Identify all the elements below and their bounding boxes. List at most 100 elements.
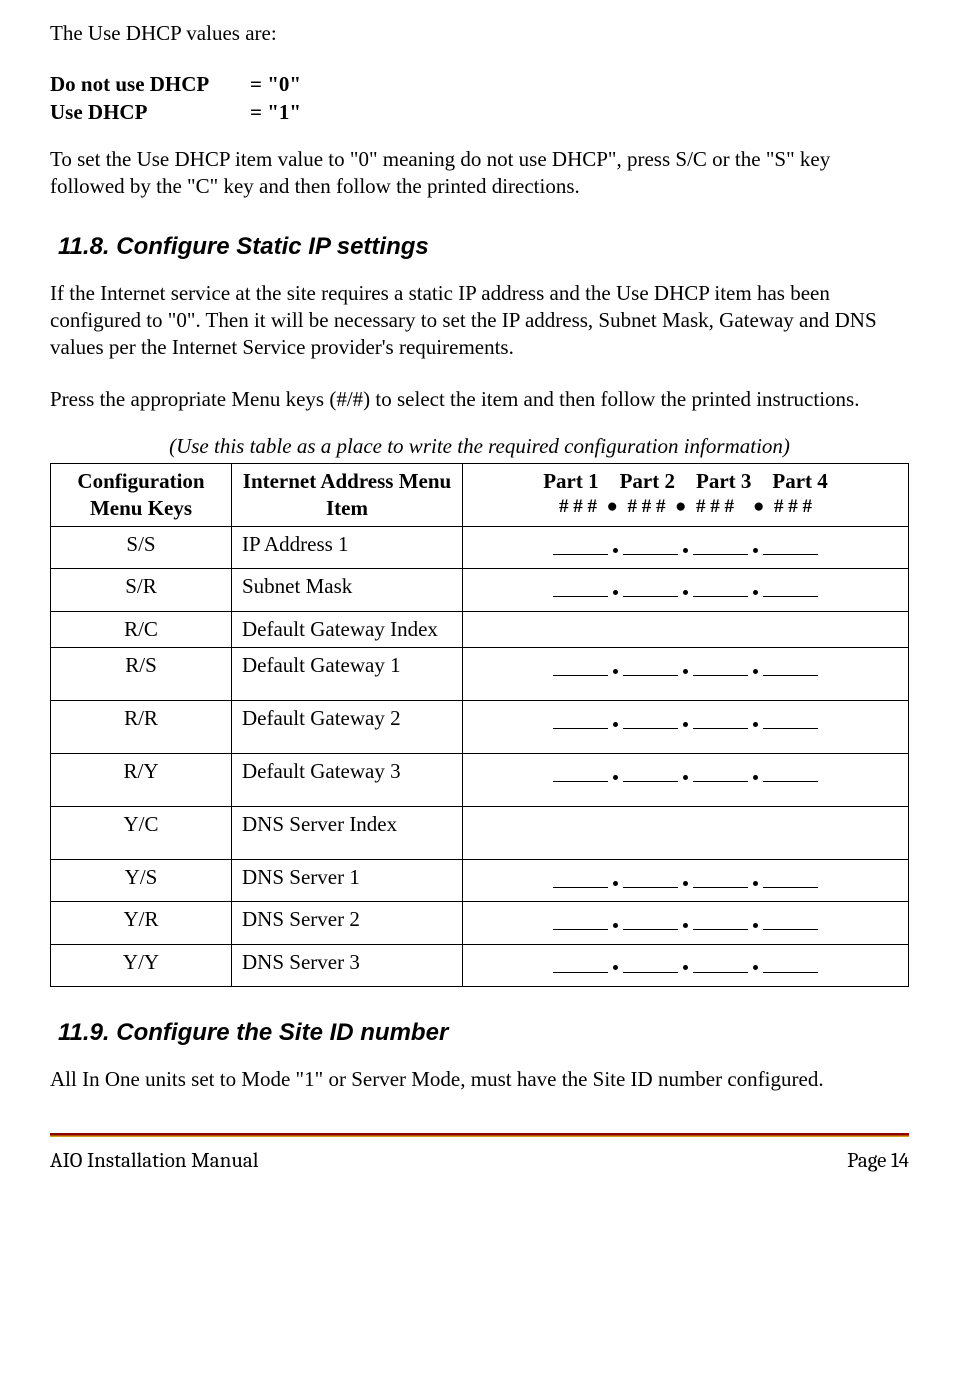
ip-blank bbox=[623, 661, 678, 676]
ip-blank bbox=[623, 958, 678, 973]
cell-item: DNS Server 1 bbox=[232, 860, 463, 902]
cell-item: IP Address 1 bbox=[232, 527, 463, 569]
cell-ip-blanks bbox=[463, 648, 909, 701]
dot-icon bbox=[683, 775, 688, 780]
ip-blank bbox=[693, 915, 748, 930]
ip-blank bbox=[623, 873, 678, 888]
cell-keys: S/S bbox=[51, 527, 232, 569]
ip-blank bbox=[623, 714, 678, 729]
cell-ip-blanks bbox=[463, 860, 909, 902]
dot-icon bbox=[683, 923, 688, 928]
footer-right: Page 14 bbox=[847, 1148, 909, 1175]
header-col-keys: Configuration Menu Keys bbox=[51, 463, 232, 527]
ip-blank bbox=[693, 767, 748, 782]
ip-blank bbox=[763, 915, 818, 930]
dot-icon bbox=[753, 722, 758, 727]
dot-icon bbox=[753, 881, 758, 886]
ip-blank bbox=[553, 915, 608, 930]
dot-icon bbox=[613, 965, 618, 970]
ip-blank bbox=[763, 873, 818, 888]
config-table: Configuration Menu Keys Internet Address… bbox=[50, 463, 909, 987]
dot-icon bbox=[753, 923, 758, 928]
ip-blank bbox=[623, 915, 678, 930]
dhcp-label-1: Use DHCP bbox=[50, 99, 250, 126]
cell-item: Default Gateway 3 bbox=[232, 754, 463, 807]
cell-keys: Y/S bbox=[51, 860, 232, 902]
ip-blank bbox=[763, 661, 818, 676]
ip-blank bbox=[693, 540, 748, 555]
cell-keys: R/R bbox=[51, 701, 232, 754]
cell-ip-blanks bbox=[463, 944, 909, 986]
cell-item: DNS Server 2 bbox=[232, 902, 463, 944]
cell-ip-blanks bbox=[463, 527, 909, 569]
dot-icon bbox=[613, 722, 618, 727]
ip-blank bbox=[553, 958, 608, 973]
dot-icon bbox=[683, 548, 688, 553]
section-11-8-heading: 11.8. Configure Static IP settings bbox=[58, 231, 909, 262]
cell-ip-blanks bbox=[463, 611, 909, 647]
table-row: S/SIP Address 1 bbox=[51, 527, 909, 569]
ip-blank bbox=[763, 714, 818, 729]
table-row: R/YDefault Gateway 3 bbox=[51, 754, 909, 807]
dot-icon bbox=[683, 590, 688, 595]
cell-ip-blanks bbox=[463, 902, 909, 944]
ip-blank bbox=[623, 582, 678, 597]
dhcp-value-row: Use DHCP = "1" bbox=[50, 99, 909, 126]
parts-header-line2: # # # ● # # # ● # # # ● # # # bbox=[473, 495, 898, 520]
ip-blank bbox=[693, 661, 748, 676]
dot-icon bbox=[753, 669, 758, 674]
table-row: Y/CDNS Server Index bbox=[51, 807, 909, 860]
dhcp-value-row: Do not use DHCP = "0" bbox=[50, 71, 909, 98]
cell-item: Default Gateway 1 bbox=[232, 648, 463, 701]
table-row: Y/SDNS Server 1 bbox=[51, 860, 909, 902]
ip-blank bbox=[763, 582, 818, 597]
parts-header-line1: Part 1 Part 2 Part 3 Part 4 bbox=[473, 468, 898, 495]
section-11-8-para2: Press the appropriate Menu keys (#/#) to… bbox=[50, 386, 909, 413]
cell-ip-blanks bbox=[463, 807, 909, 860]
dot-icon bbox=[753, 775, 758, 780]
dot-icon bbox=[613, 923, 618, 928]
section-11-9-para1: All In One units set to Mode "1" or Serv… bbox=[50, 1066, 909, 1093]
cell-keys: Y/Y bbox=[51, 944, 232, 986]
cell-ip-blanks bbox=[463, 701, 909, 754]
dot-icon bbox=[613, 590, 618, 595]
cell-keys: Y/C bbox=[51, 807, 232, 860]
dot-icon bbox=[613, 548, 618, 553]
table-row: S/RSubnet Mask bbox=[51, 569, 909, 611]
table-row: R/RDefault Gateway 2 bbox=[51, 701, 909, 754]
cell-ip-blanks bbox=[463, 569, 909, 611]
cell-item: Subnet Mask bbox=[232, 569, 463, 611]
cell-keys: S/R bbox=[51, 569, 232, 611]
cell-ip-blanks bbox=[463, 754, 909, 807]
ip-blank bbox=[693, 873, 748, 888]
ip-blank bbox=[693, 714, 748, 729]
cell-item: DNS Server Index bbox=[232, 807, 463, 860]
header-col-item: Internet Address Menu Item bbox=[232, 463, 463, 527]
ip-blank bbox=[623, 540, 678, 555]
ip-blank bbox=[553, 661, 608, 676]
ip-blank bbox=[763, 540, 818, 555]
ip-blank bbox=[763, 767, 818, 782]
ip-blank bbox=[693, 958, 748, 973]
dot-icon bbox=[683, 669, 688, 674]
dhcp-label-0: Do not use DHCP bbox=[50, 71, 250, 98]
dot-icon bbox=[613, 881, 618, 886]
cell-keys: R/S bbox=[51, 648, 232, 701]
dot-icon bbox=[613, 775, 618, 780]
cell-keys: R/Y bbox=[51, 754, 232, 807]
ip-blank bbox=[553, 582, 608, 597]
ip-blank bbox=[763, 958, 818, 973]
dhcp-value-0: = "0" bbox=[250, 71, 301, 98]
page-footer: AIO Installation Manual Page 14 bbox=[50, 1148, 909, 1175]
ip-blank bbox=[693, 582, 748, 597]
dot-icon bbox=[753, 548, 758, 553]
table-header-row: Configuration Menu Keys Internet Address… bbox=[51, 463, 909, 527]
cell-keys: R/C bbox=[51, 611, 232, 647]
table-caption: (Use this table as a place to write the … bbox=[50, 433, 909, 460]
dot-icon bbox=[613, 669, 618, 674]
ip-blank bbox=[553, 540, 608, 555]
section-11-8-para1: If the Internet service at the site requ… bbox=[50, 280, 909, 362]
section-11-9-heading: 11.9. Configure the Site ID number bbox=[58, 1017, 909, 1048]
table-row: Y/YDNS Server 3 bbox=[51, 944, 909, 986]
dhcp-instruction: To set the Use DHCP item value to "0" me… bbox=[50, 146, 909, 201]
